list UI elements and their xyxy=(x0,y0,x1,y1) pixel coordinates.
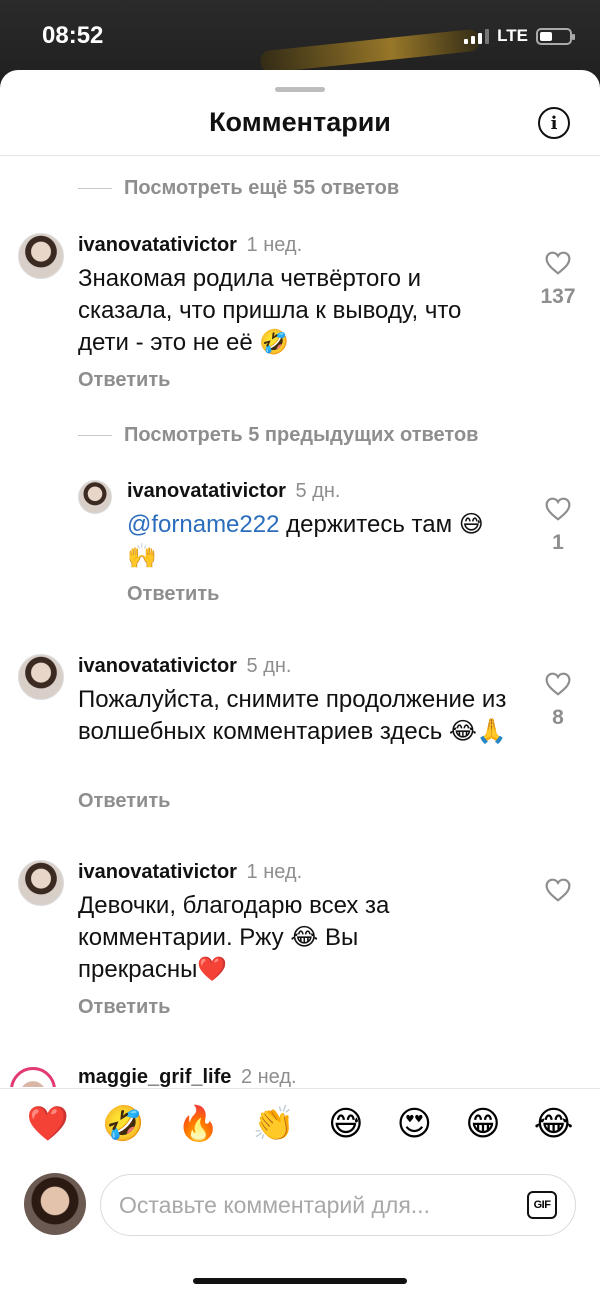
emoji-fire[interactable]: 🔥 xyxy=(177,1107,219,1141)
comment-time: 1 нед. xyxy=(246,234,303,256)
mention-link[interactable]: @forname222 xyxy=(127,511,279,538)
comment-time: 5 дн. xyxy=(295,480,341,502)
avatar[interactable] xyxy=(10,1067,56,1087)
like-count: 137 xyxy=(540,285,576,308)
like-button[interactable]: 8 xyxy=(538,672,578,730)
emoji-sweat-smile[interactable]: 😅 xyxy=(328,1107,363,1141)
reply-button[interactable]: Ответить xyxy=(78,996,170,1019)
info-icon[interactable]: i xyxy=(538,107,570,139)
emoji-quick-bar: ❤️ 🤣 🔥 👏 😅 😍 😁 😂 xyxy=(0,1088,600,1158)
emoji-grin[interactable]: 😁 xyxy=(465,1107,500,1141)
comment-time: 5 дн. xyxy=(246,655,292,677)
comment-text: Девочки, благодарю всех за комментарии. … xyxy=(78,892,390,983)
avatar[interactable] xyxy=(18,233,64,279)
comment-username[interactable]: maggie_grif_life xyxy=(78,1066,231,1087)
like-button[interactable]: 137 xyxy=(538,251,578,309)
comment-text: Пожалуйста, снимите продолжение из волше… xyxy=(78,686,507,745)
home-indicator[interactable] xyxy=(193,1278,407,1284)
network-label: LTE xyxy=(497,26,528,45)
reply-button[interactable]: Ответить xyxy=(127,583,219,606)
comment-username[interactable]: ivanovatativictor xyxy=(127,480,286,502)
emoji-rofl[interactable]: 🤣 xyxy=(102,1107,144,1141)
like-count: 1 xyxy=(552,531,564,554)
heart-icon xyxy=(545,251,571,275)
avatar[interactable] xyxy=(18,654,64,700)
sheet-header: Комментарии i xyxy=(0,92,600,156)
emoji-heart-eyes[interactable]: 😍 xyxy=(397,1107,432,1141)
avatar[interactable] xyxy=(18,860,64,906)
comment-input-wrapper[interactable]: GIF xyxy=(100,1174,576,1236)
reply-button[interactable]: Ответить xyxy=(78,790,170,813)
signal-icon xyxy=(464,28,490,44)
current-user-avatar xyxy=(24,1173,86,1235)
comment-input[interactable] xyxy=(119,1191,499,1219)
comment-username[interactable]: ivanovatativictor xyxy=(78,655,237,677)
heart-icon xyxy=(545,878,571,902)
reply-button[interactable]: Ответить xyxy=(78,369,170,392)
like-count: 8 xyxy=(552,706,564,729)
comment-time: 1 нед. xyxy=(246,861,303,883)
like-button[interactable] xyxy=(538,878,578,902)
comment-time: 2 нед. xyxy=(240,1066,297,1087)
comment-text: Знакомая родила четвёртого и сказала, чт… xyxy=(78,265,462,356)
heart-icon xyxy=(545,497,571,521)
page-title: Комментарии xyxy=(209,107,391,137)
heart-icon xyxy=(545,672,571,696)
comment-text: @forname222 держитесь там 😅🙌 xyxy=(127,511,484,570)
view-more-replies[interactable]: Посмотреть ещё 55 ответов xyxy=(78,177,399,200)
status-time: 08:52 xyxy=(42,22,104,49)
avatar[interactable] xyxy=(78,480,112,514)
status-bar: 08:52 LTE xyxy=(0,0,600,70)
like-button[interactable]: 1 xyxy=(538,497,578,555)
comment-username[interactable]: ivanovatativictor xyxy=(78,234,237,256)
comment-username[interactable]: ivanovatativictor xyxy=(78,861,237,883)
gif-icon[interactable]: GIF xyxy=(527,1191,557,1219)
view-previous-replies[interactable]: Посмотреть 5 предыдущих ответов xyxy=(78,424,478,447)
emoji-joy[interactable]: 😂 xyxy=(534,1107,574,1141)
comments-sheet: Комментарии i Посмотреть ещё 55 ответов … xyxy=(0,70,600,1297)
comment-composer: GIF xyxy=(0,1160,600,1250)
battery-icon xyxy=(536,27,575,45)
emoji-heart[interactable]: ❤️ xyxy=(27,1107,69,1141)
emoji-clap[interactable]: 👏 xyxy=(253,1107,295,1141)
comments-list: Посмотреть ещё 55 ответов ivanovatativic… xyxy=(0,157,600,1087)
